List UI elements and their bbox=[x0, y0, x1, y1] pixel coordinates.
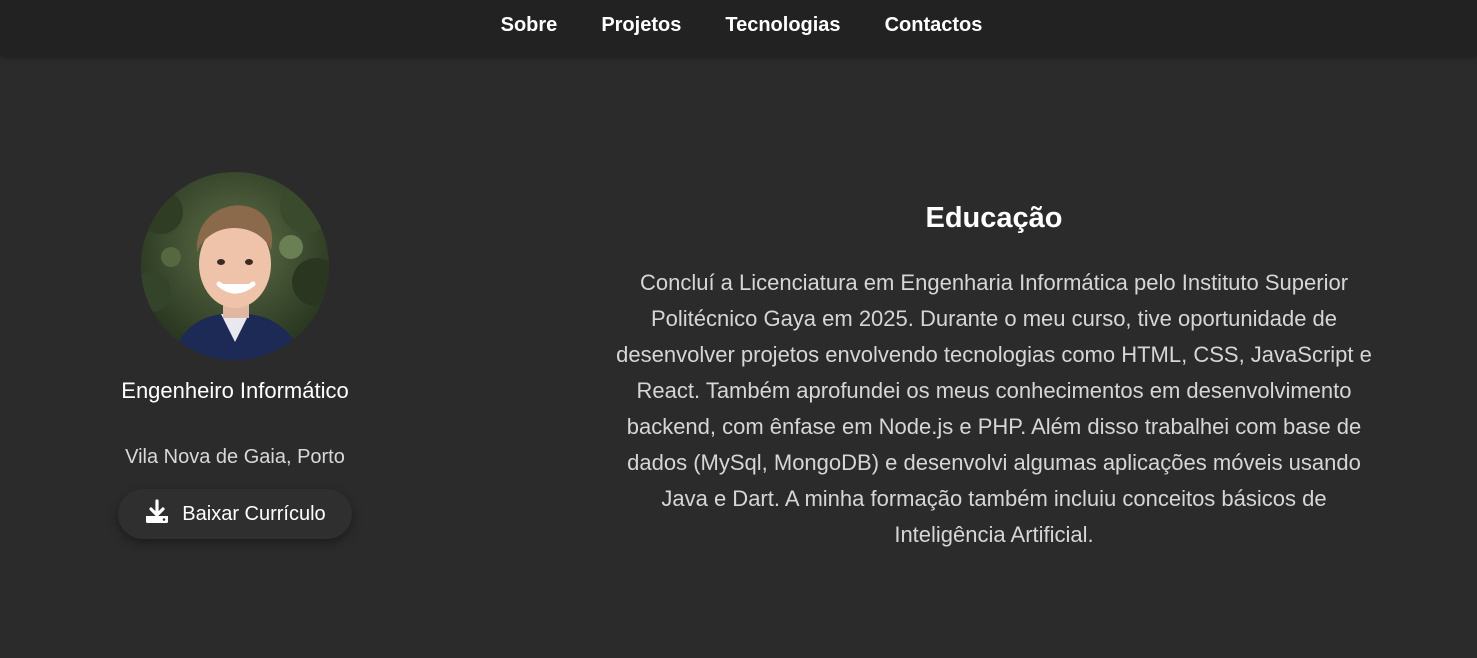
profile-photo bbox=[141, 172, 329, 360]
profile-location: Vila Nova de Gaia, Porto bbox=[125, 446, 345, 468]
nav-link-contactos[interactable]: Contactos bbox=[885, 14, 983, 41]
profile-card: Engenheiro Informático Vila Nova de Gaia… bbox=[0, 172, 470, 539]
top-navbar: Sobre Projetos Tecnologias Contactos bbox=[0, 0, 1477, 55]
education-title: Educação bbox=[925, 202, 1063, 234]
nav-link-projetos[interactable]: Projetos bbox=[601, 14, 681, 41]
avatar bbox=[141, 172, 329, 360]
nav-link-tecnologias[interactable]: Tecnologias bbox=[725, 14, 840, 41]
nav-link-sobre[interactable]: Sobre bbox=[501, 14, 558, 41]
download-icon bbox=[144, 498, 170, 530]
download-cv-label: Baixar Currículo bbox=[182, 502, 326, 525]
education-section: Educação Concluí a Licenciatura em Engen… bbox=[612, 202, 1376, 553]
download-cv-button[interactable]: Baixar Currículo bbox=[118, 489, 352, 539]
profile-role: Engenheiro Informático bbox=[121, 378, 349, 403]
education-text: Concluí a Licenciatura em Engenharia Inf… bbox=[616, 270, 1372, 547]
